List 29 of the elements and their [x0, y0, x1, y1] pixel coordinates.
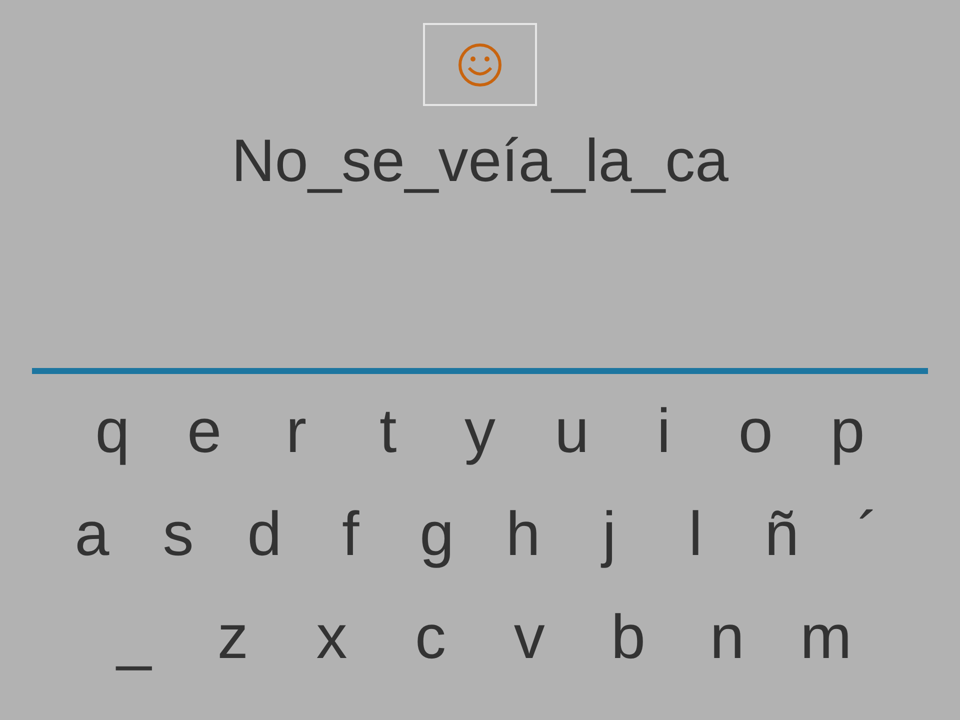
- letter-key[interactable]: y: [440, 396, 520, 466]
- letter-key[interactable]: t: [348, 396, 428, 466]
- phrase-text: No_se_veía_la_ca: [230, 126, 730, 196]
- letter-key[interactable]: ñ: [742, 500, 822, 570]
- smiley-icon: [457, 42, 503, 88]
- letter-key[interactable]: u: [532, 396, 612, 466]
- letter-key[interactable]: h: [483, 500, 564, 570]
- letter-key[interactable]: v: [489, 602, 570, 672]
- letter-key[interactable]: i: [624, 396, 704, 466]
- letter-key[interactable]: e: [164, 396, 244, 466]
- letter-key[interactable]: o: [716, 396, 796, 466]
- letter-key[interactable]: d: [224, 500, 304, 570]
- letter-key[interactable]: c: [390, 602, 471, 672]
- letter-key[interactable]: g: [396, 500, 477, 570]
- letter-key[interactable]: x: [292, 602, 372, 672]
- letter-key[interactable]: q: [72, 396, 152, 466]
- letter-key[interactable]: b: [588, 602, 668, 672]
- letter-key[interactable]: m: [786, 602, 866, 672]
- letter-key[interactable]: l: [656, 500, 736, 570]
- letter-key[interactable]: a: [52, 500, 132, 570]
- letter-key[interactable]: j: [569, 500, 650, 570]
- letter-key[interactable]: _: [94, 602, 174, 672]
- letter-key[interactable]: z: [192, 602, 273, 672]
- letter-key[interactable]: f: [310, 500, 391, 570]
- letter-key[interactable]: r: [256, 396, 336, 466]
- letter-key[interactable]: ´: [828, 500, 908, 570]
- letter-key[interactable]: n: [687, 602, 768, 672]
- letter-key[interactable]: p: [808, 396, 888, 466]
- letter-key[interactable]: s: [138, 500, 218, 570]
